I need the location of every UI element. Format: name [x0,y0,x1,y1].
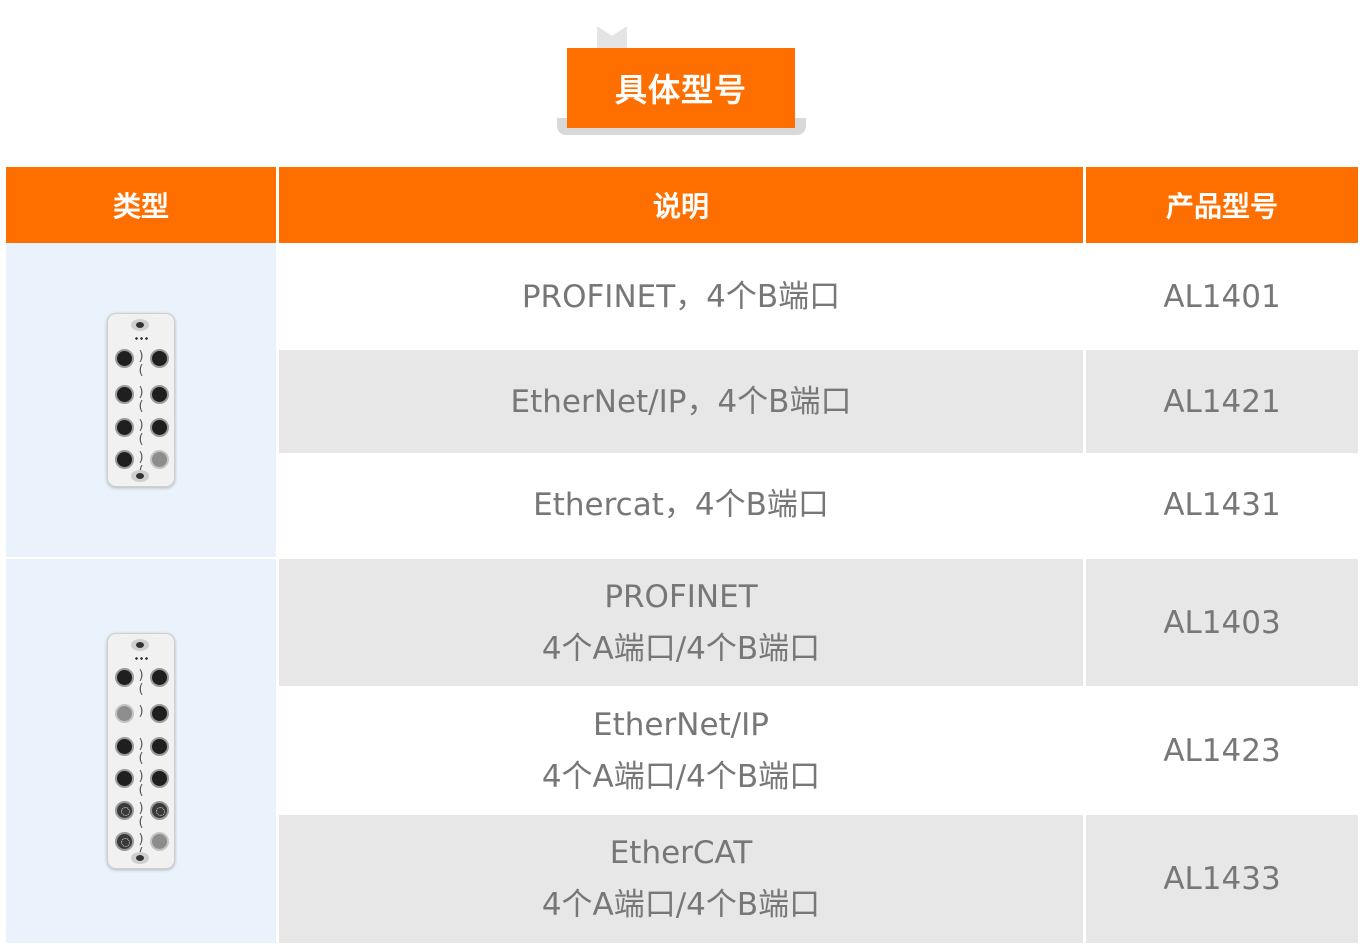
description-line1: PROFINET，4个B端口 [521,278,841,315]
model-number: AL1403 [1163,604,1281,641]
description-line1: PROFINET [604,578,758,615]
model-number: AL1433 [1163,861,1281,897]
description-cell: EtherCAT 4个A端口/4个B端口 [279,815,1083,943]
model-cell: AL1401 [1086,243,1358,350]
description-cell: PROFINET 4个A端口/4个B端口 [279,559,1083,686]
description-line2: 4个A端口/4个B端口 [541,758,821,795]
description-line1: EtherNet/IP，4个B端口 [510,383,852,420]
section-title: 具体型号 [567,48,795,128]
description-line2: 4个A端口/4个B端口 [541,887,821,923]
description-cell: EtherNet/IP，4个B端口 [279,350,1083,453]
description-line1: Ethercat，4个B端口 [533,487,829,523]
io-module-8-port-icon: )( ) )( )( )( )( [107,633,175,869]
description-line1: EtherCAT [609,835,753,871]
description-line1: EtherNet/IP [593,706,769,743]
io-module-4-port-icon: )( )( )( )( [107,313,175,487]
header-description: 说明 [279,167,1083,243]
type-cell-group-1: )( )( )( )( [6,243,276,557]
model-number: AL1431 [1163,487,1281,523]
description-cell: Ethercat，4个B端口 [279,453,1083,557]
description-cell: PROFINET，4个B端口 [279,243,1083,350]
header-model: 产品型号 [1086,167,1358,243]
model-cell: AL1431 [1086,453,1358,557]
model-number: AL1401 [1163,278,1281,315]
model-number: AL1423 [1163,732,1281,769]
header-type: 类型 [6,167,276,243]
model-cell: AL1433 [1086,815,1358,943]
model-cell: AL1403 [1086,559,1358,686]
description-line2: 4个A端口/4个B端口 [541,630,821,667]
model-cell: AL1423 [1086,686,1358,815]
model-number: AL1421 [1163,383,1281,420]
model-cell: AL1421 [1086,350,1358,453]
type-cell-group-2: )( ) )( )( )( )( [6,559,276,943]
section-title-badge: 具体型号 [557,26,807,138]
badge-notch-decoration [597,26,627,48]
description-cell: EtherNet/IP 4个A端口/4个B端口 [279,686,1083,815]
